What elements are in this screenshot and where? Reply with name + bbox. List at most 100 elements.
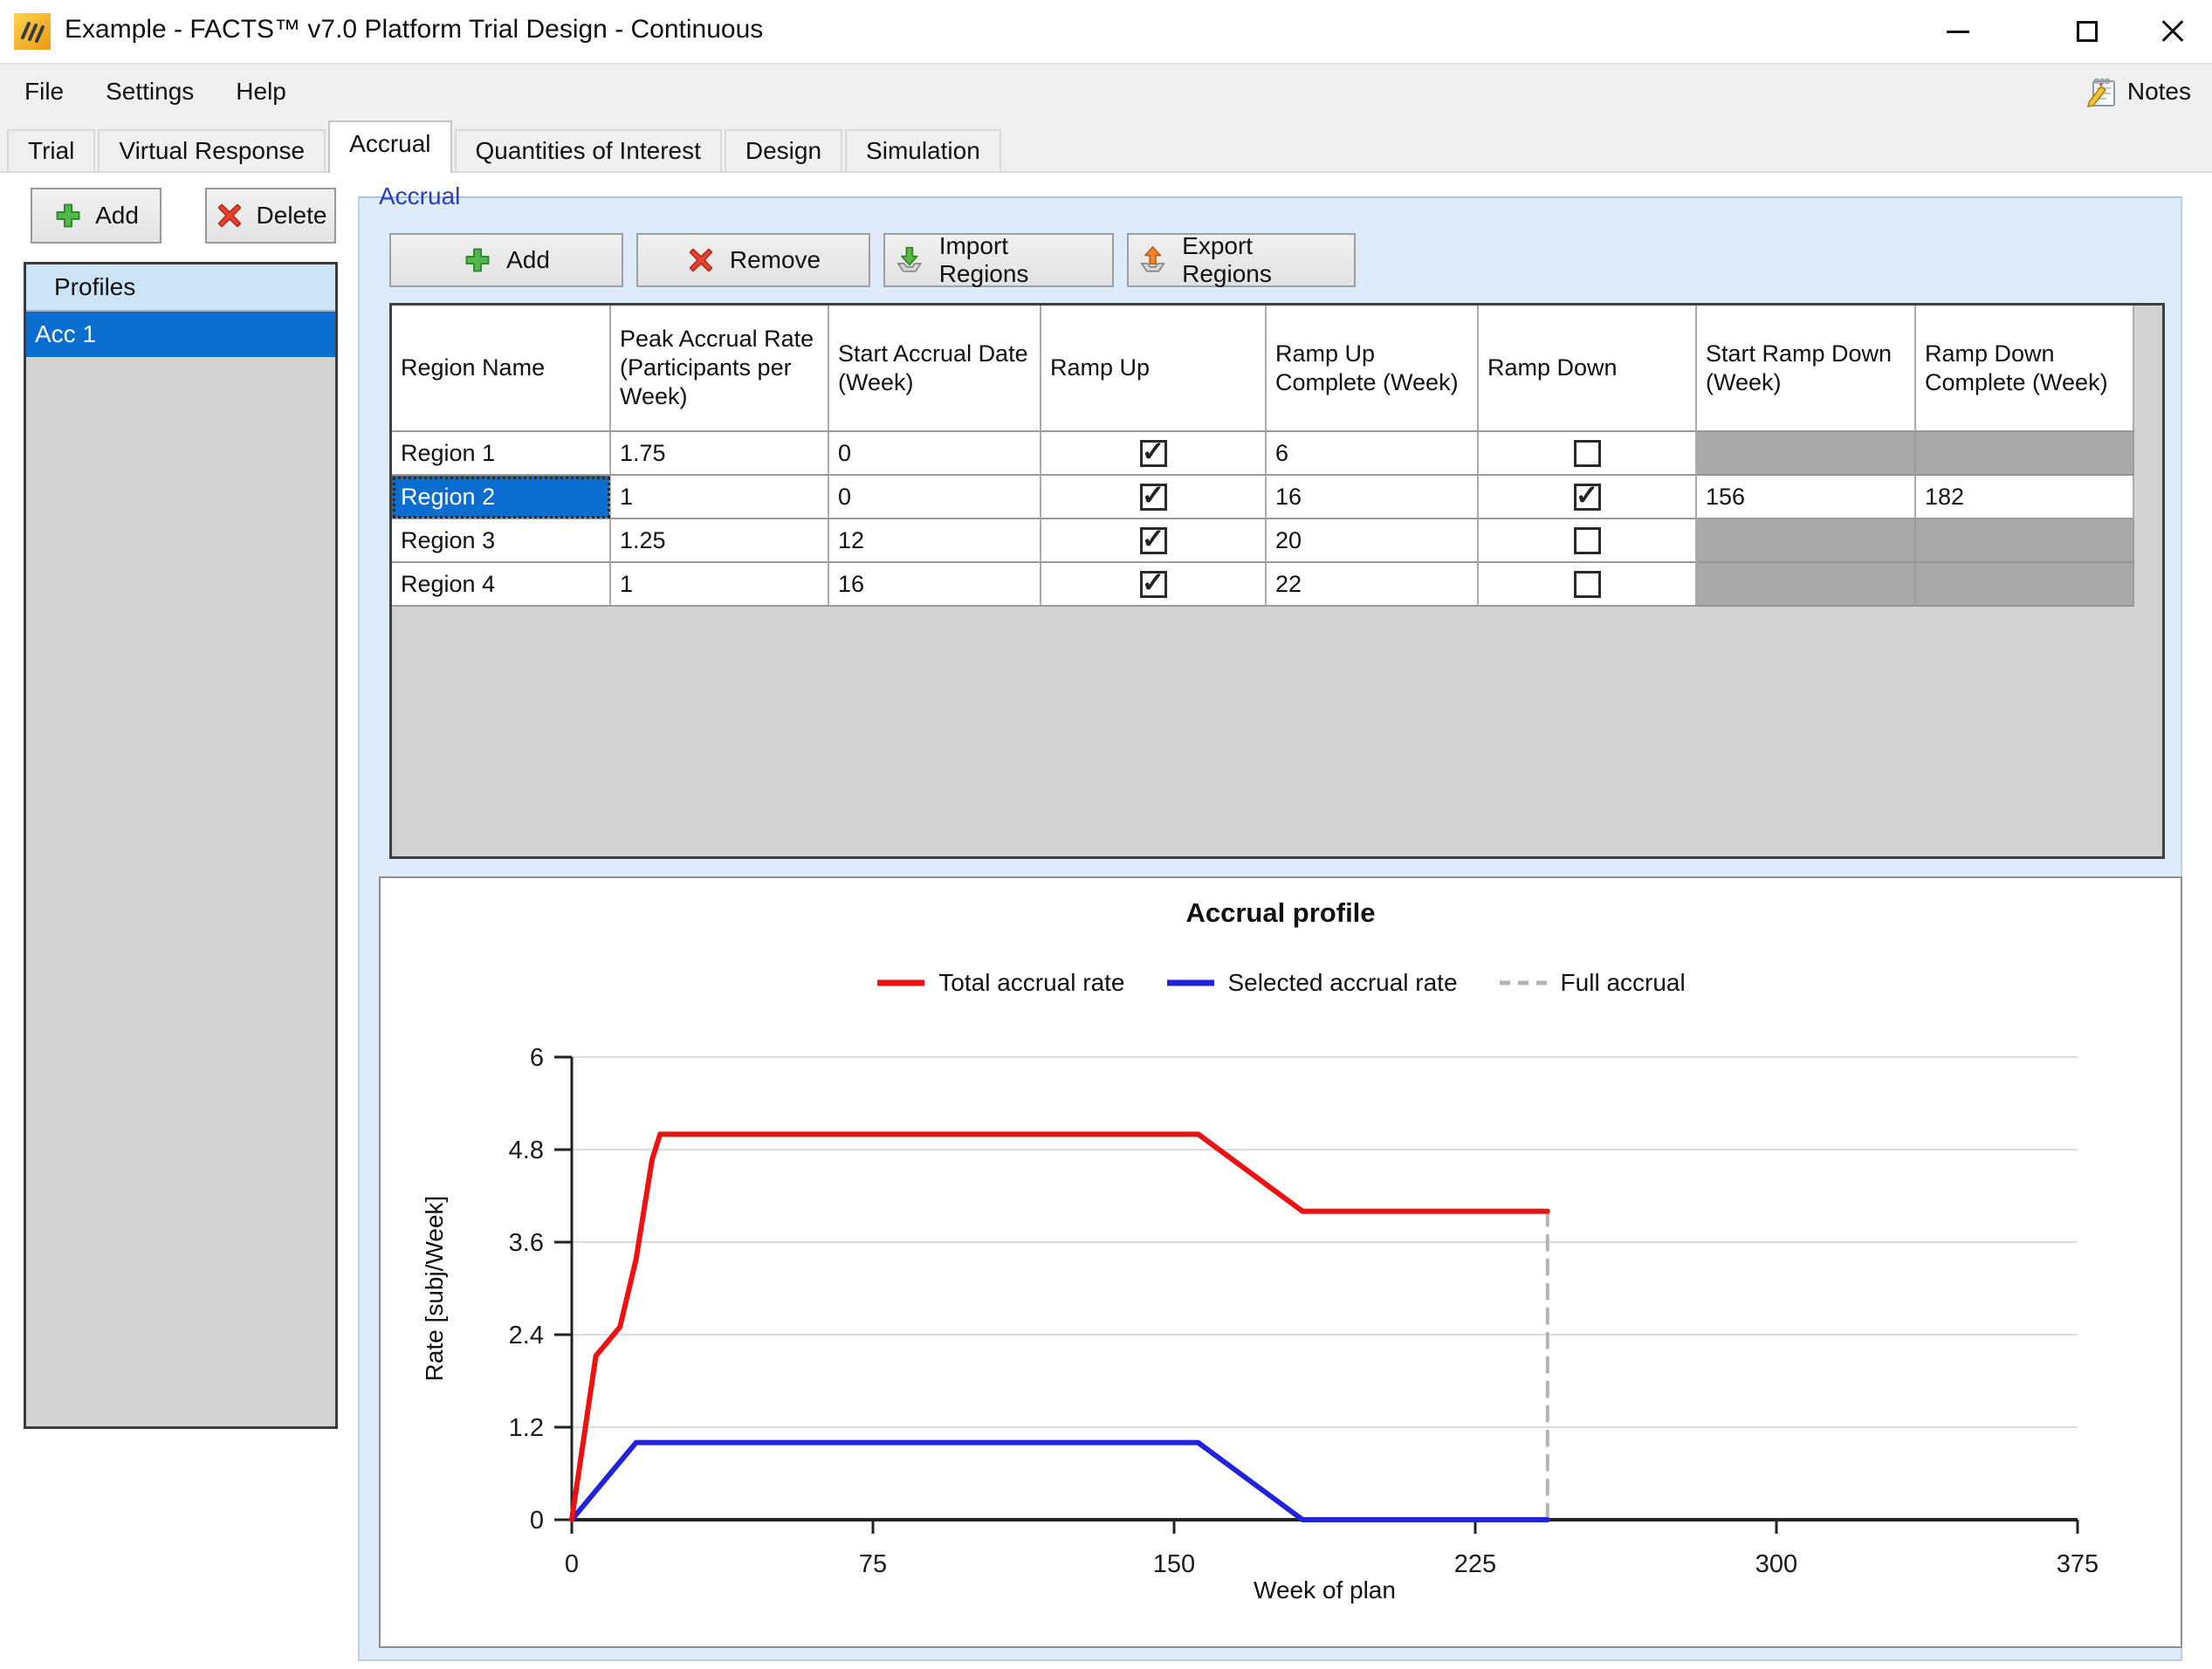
tab-accrual[interactable]: Accrual — [328, 120, 451, 173]
column-header-8[interactable]: Ramp Down Complete (Week) — [1916, 306, 2134, 432]
column-header-3[interactable]: Start Accrual Date (Week) — [829, 306, 1041, 432]
svg-text:2.4: 2.4 — [509, 1322, 544, 1350]
maximize-icon — [2077, 21, 2098, 42]
row4-region-name-cell[interactable]: Region 4 — [392, 563, 611, 607]
row1-start-ramp-down-cell — [1697, 432, 1916, 476]
row3-ramp-up-checkbox[interactable] — [1140, 527, 1167, 554]
row4-start-week-cell[interactable]: 16 — [829, 563, 1041, 607]
notes-button[interactable]: Notes — [2077, 65, 2200, 119]
svg-text:0: 0 — [565, 1550, 579, 1578]
x-axis-label: Week of plan — [572, 1576, 2078, 1604]
legend-label: Full accrual — [1561, 969, 1686, 997]
x-icon — [686, 245, 716, 275]
svg-text:225: 225 — [1454, 1550, 1496, 1578]
row4-ramp-up-complete-cell[interactable]: 22 — [1267, 563, 1479, 607]
accrual-chart-panel: 01.22.43.64.86075150225300375 Accrual pr… — [379, 876, 2182, 1648]
region-add-button[interactable]: Add — [389, 233, 623, 287]
row2-ramp-up-checkbox[interactable] — [1140, 484, 1167, 511]
row1-region-name-cell[interactable]: Region 1 — [392, 432, 611, 476]
minimize-button[interactable] — [1929, 5, 1987, 58]
column-header-4[interactable]: Ramp Up — [1041, 306, 1267, 432]
row3-peak-rate-cell[interactable]: 1.25 — [611, 519, 829, 563]
row1-ramp-up-cell[interactable] — [1041, 432, 1267, 476]
row4-start-ramp-down-cell — [1697, 563, 1916, 607]
export-regions-button[interactable]: Export Regions — [1127, 233, 1356, 287]
import-icon — [894, 244, 925, 276]
row2-region-name-cell[interactable]: Region 2 — [392, 476, 611, 519]
svg-text:4.8: 4.8 — [509, 1137, 544, 1164]
row3-ramp-down-checkbox[interactable] — [1574, 527, 1601, 554]
row2-ramp-down-checkbox[interactable] — [1574, 484, 1601, 511]
tab-simulation[interactable]: Simulation — [845, 129, 1001, 171]
row2-ramp-down-cell[interactable] — [1479, 476, 1697, 519]
import-regions-label: Import Regions — [939, 232, 1103, 288]
tab-trial[interactable]: Trial — [7, 129, 95, 171]
profile-add-button[interactable]: Add — [31, 188, 161, 244]
column-header-6[interactable]: Ramp Down — [1479, 306, 1697, 432]
column-header-7[interactable]: Start Ramp Down (Week) — [1697, 306, 1916, 432]
row1-ramp-down-checkbox[interactable] — [1574, 440, 1601, 467]
accrual-group-label: Accrual — [372, 179, 467, 214]
row4-ramp-up-checkbox[interactable] — [1140, 571, 1167, 598]
profile-item-acc1[interactable]: Acc 1 — [26, 312, 335, 357]
profiles-list: Profiles Acc 1 — [24, 262, 338, 1429]
legend-item-2: Selected accrual rate — [1165, 969, 1458, 997]
menu-help[interactable]: Help — [215, 65, 307, 119]
tab-quantities-of-interest[interactable]: Quantities of Interest — [455, 129, 722, 171]
row3-ramp-up-complete-cell[interactable]: 20 — [1267, 519, 1479, 563]
svg-text:150: 150 — [1153, 1550, 1195, 1578]
window-title: Example - FACTS™ v7.0 Platform Trial Des… — [65, 15, 763, 45]
close-icon — [2160, 19, 2185, 44]
profile-delete-label: Delete — [257, 202, 327, 230]
row3-region-name-cell[interactable]: Region 3 — [392, 519, 611, 563]
maximize-button[interactable] — [2058, 5, 2116, 58]
accrual-groupbox: Accrual Add Remove — [358, 196, 2182, 1661]
import-regions-button[interactable]: Import Regions — [883, 233, 1114, 287]
row1-ramp-up-checkbox[interactable] — [1140, 440, 1167, 467]
row4-ramp-up-cell[interactable] — [1041, 563, 1267, 607]
region-toolbar: Add Remove Import Regions — [389, 233, 1356, 287]
row3-ramp-down-cell[interactable] — [1479, 519, 1697, 563]
row1-start-week-cell[interactable]: 0 — [829, 432, 1041, 476]
region-remove-label: Remove — [730, 246, 821, 274]
row3-ramp-up-cell[interactable] — [1041, 519, 1267, 563]
tab-virtual-response[interactable]: Virtual Response — [98, 129, 326, 171]
row2-ramp-down-complete-cell[interactable]: 182 — [1916, 476, 2134, 519]
row1-ramp-down-cell[interactable] — [1479, 432, 1697, 476]
column-header-2[interactable]: Peak Accrual Rate (Participants per Week… — [611, 306, 829, 432]
menu-settings[interactable]: Settings — [85, 65, 215, 119]
svg-text:0: 0 — [530, 1507, 544, 1535]
row2-start-ramp-down-cell[interactable]: 156 — [1697, 476, 1916, 519]
row2-start-week-cell[interactable]: 0 — [829, 476, 1041, 519]
row3-start-week-cell[interactable]: 12 — [829, 519, 1041, 563]
legend-swatch — [1165, 979, 1216, 987]
row2-peak-rate-cell[interactable]: 1 — [611, 476, 829, 519]
region-remove-button[interactable]: Remove — [636, 233, 870, 287]
legend-item-1: Total accrual rate — [876, 969, 1124, 997]
column-header-5[interactable]: Ramp Up Complete (Week) — [1267, 306, 1479, 432]
svg-text:75: 75 — [859, 1550, 887, 1578]
row4-ramp-down-cell[interactable] — [1479, 563, 1697, 607]
column-header-1[interactable]: Region Name — [392, 306, 611, 432]
legend-label: Total accrual rate — [938, 969, 1124, 997]
tab-strip: Trial Virtual Response Accrual Quantitie… — [0, 119, 2212, 173]
menu-file[interactable]: File — [3, 65, 85, 119]
row4-ramp-down-complete-cell — [1916, 563, 2134, 607]
plus-icon — [53, 201, 83, 230]
profile-add-label: Add — [95, 202, 139, 230]
svg-text:1.2: 1.2 — [509, 1414, 544, 1442]
row3-ramp-down-complete-cell — [1916, 519, 2134, 563]
row4-ramp-down-checkbox[interactable] — [1574, 571, 1601, 598]
row4-peak-rate-cell[interactable]: 1 — [611, 563, 829, 607]
profile-delete-button[interactable]: Delete — [205, 188, 336, 244]
region-add-label: Add — [506, 246, 550, 274]
row1-ramp-up-complete-cell[interactable]: 6 — [1267, 432, 1479, 476]
row2-ramp-up-cell[interactable] — [1041, 476, 1267, 519]
tab-design[interactable]: Design — [725, 129, 842, 171]
row1-peak-rate-cell[interactable]: 1.75 — [611, 432, 829, 476]
app-icon — [14, 13, 51, 50]
chart-title: Accrual profile — [381, 897, 2181, 929]
legend-label: Selected accrual rate — [1228, 969, 1458, 997]
row2-ramp-up-complete-cell[interactable]: 16 — [1267, 476, 1479, 519]
close-button[interactable] — [2144, 5, 2202, 58]
